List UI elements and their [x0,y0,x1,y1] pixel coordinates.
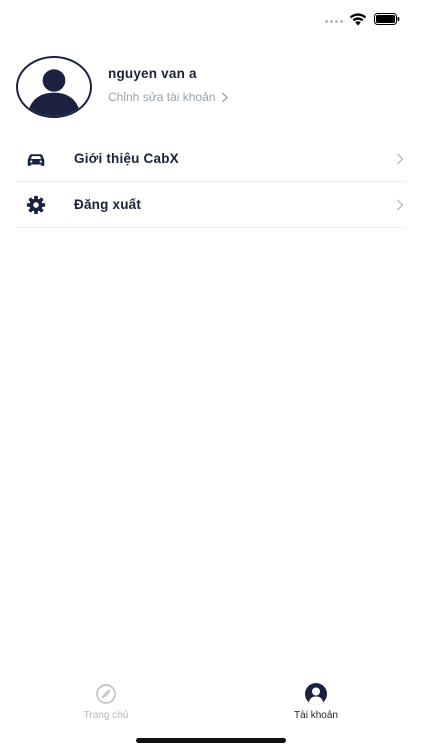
compass-icon [94,682,118,706]
bottom-tab-bar: Trang chủ Tài khoản [0,676,422,724]
home-indicator [136,738,286,743]
account-menu: Giới thiệu CabX Đăng xuất [16,136,406,228]
profile-header: nguyen van a Chỉnh sửa tài khoản [16,54,406,120]
menu-item-logout[interactable]: Đăng xuất [16,182,406,228]
tab-home[interactable]: Trang chủ [46,676,166,724]
chevron-right-icon [397,199,404,210]
status-bar [0,0,422,40]
gear-icon [24,193,48,217]
tab-label: Trang chủ [83,710,129,721]
tab-account[interactable]: Tài khoản [256,676,376,724]
chevron-right-icon [222,92,229,102]
user-icon [304,682,328,706]
battery-icon [374,13,400,25]
car-icon [24,147,48,171]
menu-item-about[interactable]: Giới thiệu CabX [16,136,406,182]
tab-label: Tài khoản [294,710,338,721]
menu-item-label: Giới thiệu CabX [74,151,179,166]
cellular-signal-icon [325,20,343,23]
edit-account-label: Chỉnh sửa tài khoản [108,90,216,104]
profile-name: nguyen van a [108,66,197,81]
menu-item-label: Đăng xuất [74,197,142,212]
chevron-right-icon [397,153,404,164]
wifi-icon [349,13,367,26]
account-screen: nguyen van a Chỉnh sửa tài khoản Giới th… [0,0,422,750]
edit-account-link[interactable]: Chỉnh sửa tài khoản [108,90,229,104]
user-avatar-icon[interactable] [16,56,92,118]
